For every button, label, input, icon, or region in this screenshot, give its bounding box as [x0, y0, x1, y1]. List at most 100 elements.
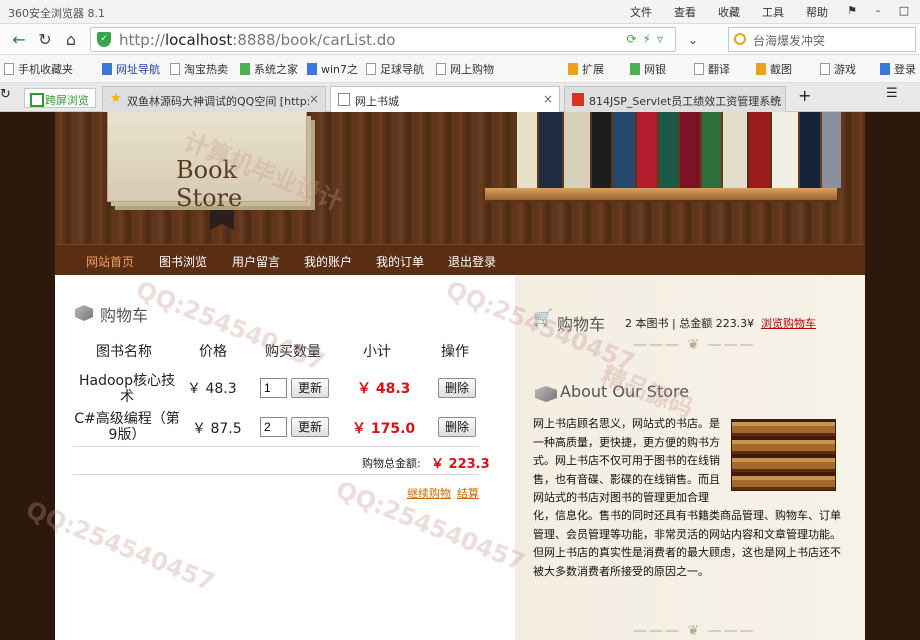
pin-icon[interactable]: ⚑	[840, 2, 864, 20]
book-spine	[612, 112, 635, 188]
library-image	[731, 419, 836, 491]
cart-icon: 🛒	[533, 308, 553, 327]
refresh-small-icon[interactable]: ↻	[0, 87, 11, 102]
book-spine	[517, 112, 538, 188]
update-button[interactable]: 更新	[291, 417, 329, 437]
security-shield-icon: ✓	[97, 32, 111, 47]
nav-my-account[interactable]: 我的账户	[304, 253, 352, 270]
book-spine	[591, 112, 611, 188]
tab-label: 双鱼林源码大神调试的QQ空间 [http:	[127, 95, 311, 108]
bookmark-icon	[170, 63, 180, 75]
book-spine	[799, 112, 821, 188]
bookmark-taobao[interactable]: 淘宝热卖	[170, 61, 228, 77]
view-cart-link[interactable]: 浏览购物车	[761, 315, 816, 331]
book-spine	[659, 112, 678, 188]
bookmark-mobile[interactable]: 手机收藏夹	[4, 61, 73, 77]
header-quantity: 购买数量	[265, 344, 321, 360]
site-banner: Book Store	[55, 112, 865, 244]
bookmark-icon	[366, 63, 376, 75]
tab-list-icon[interactable]: ☰	[886, 86, 898, 101]
about-text-2: 化，信息化。售书的同时还具有书籍类商品管理、购物车、订单管理、会员管理等功能，非…	[533, 509, 841, 578]
bookmark-win7[interactable]: win7之	[307, 61, 358, 77]
tab-jsp-system[interactable]: 814JSP_Servlet员工绩效工资管理系统 ×	[564, 86, 786, 112]
divider-flourish: ——— ❦ ———	[633, 623, 756, 639]
search-placeholder: 台海爆发冲突	[753, 34, 826, 48]
menu-help[interactable]: 帮助	[806, 4, 828, 20]
update-button[interactable]: 更新	[291, 378, 329, 398]
nav-home[interactable]: 网站首页	[86, 253, 134, 270]
bank-button[interactable]: 网银	[630, 61, 666, 77]
translate-button[interactable]: 翻译	[694, 61, 730, 77]
continue-shopping-link[interactable]: 继续购物	[407, 485, 451, 501]
header-book-name: 图书名称	[96, 344, 152, 360]
nav-browse-books[interactable]: 图书浏览	[159, 253, 207, 270]
translate-icon	[694, 63, 704, 75]
nav-messages[interactable]: 用户留言	[232, 253, 280, 270]
page-icon	[338, 93, 350, 106]
tab-qq-space[interactable]: ★ 双鱼林源码大神调试的QQ空间 [http: ×	[102, 86, 326, 112]
scissors-icon	[756, 63, 766, 75]
bookmark-icon	[307, 63, 317, 75]
menu-tools[interactable]: 工具	[762, 4, 784, 20]
menu-file[interactable]: 文件	[630, 4, 652, 20]
book-name[interactable]: Hadoop核心技术	[73, 373, 181, 405]
quantity-input[interactable]	[260, 417, 287, 437]
search-icon	[734, 33, 746, 45]
bookmark-icon	[4, 63, 14, 75]
address-bar[interactable]: ✓ http://localhost:8888/book/carList.do …	[90, 27, 676, 52]
tab-bar: ↻ 跨屏浏览 ★ 双鱼林源码大神调试的QQ空间 [http: × 网上书城 × …	[0, 83, 920, 113]
login-button[interactable]: 登录	[880, 61, 916, 77]
book-spine	[822, 112, 841, 188]
page-viewport: Book Store 网站首页 图书浏览 用户留言 我的账户 我的订单 退出登录…	[0, 112, 920, 640]
screenshot-button[interactable]: 截图	[756, 61, 792, 77]
new-tab-icon[interactable]: +	[798, 86, 811, 105]
tab-cross-screen[interactable]: 跨屏浏览	[24, 88, 96, 108]
divider	[73, 474, 479, 475]
search-box[interactable]: 台海爆发冲突	[728, 27, 916, 52]
maximize-icon[interactable]: □	[892, 2, 916, 20]
nav-my-orders[interactable]: 我的订单	[376, 253, 424, 270]
book-name[interactable]: C#高级编程（第9版）	[73, 411, 181, 443]
quantity-input[interactable]	[260, 378, 287, 398]
delete-button[interactable]: 删除	[438, 378, 476, 398]
nav-logout[interactable]: 退出登录	[448, 253, 496, 270]
book-spine	[702, 112, 722, 188]
cart-title: 购物车	[100, 306, 149, 325]
bookstore-site: Book Store 网站首页 图书浏览 用户留言 我的账户 我的订单 退出登录…	[55, 112, 865, 640]
address-url[interactable]: http://localhost:8888/book/carList.do	[119, 31, 396, 49]
about-text-1: 网上书店顾名思义，网站式的书店。是一种高质量，更快捷，更方便的购书方式。网上书店…	[533, 417, 720, 504]
header-actions: 操作	[441, 344, 469, 360]
menu-view[interactable]: 查看	[674, 4, 696, 20]
tab-bookstore[interactable]: 网上书城 ×	[330, 86, 560, 113]
close-icon[interactable]: ×	[543, 92, 553, 106]
divider	[73, 446, 479, 447]
browser-menu: 文件 查看 收藏 工具 帮助	[630, 4, 828, 20]
refresh-icon[interactable]: ↻	[34, 29, 56, 51]
bookmark-shopping[interactable]: 网上购物	[436, 61, 494, 77]
book-spine	[539, 112, 562, 188]
bookmark-football[interactable]: 足球导航	[366, 61, 424, 77]
tab-label: 网上书城	[355, 95, 399, 108]
extensions-button[interactable]: 扩展	[568, 61, 604, 77]
row-subtotal: ￥ 175.0	[352, 421, 416, 437]
user-icon	[880, 63, 890, 75]
address-tools-icon[interactable]: ⟳⚡▿	[626, 32, 669, 46]
home-icon[interactable]: ⌂	[60, 29, 82, 51]
games-button[interactable]: 游戏	[820, 61, 856, 77]
about-title: About Our Store	[560, 382, 690, 401]
menu-favorites[interactable]: 收藏	[718, 4, 740, 20]
checkout-link[interactable]: 结算	[457, 485, 479, 501]
back-arrow-icon[interactable]: ←	[8, 29, 30, 51]
bookmark-system[interactable]: 系统之家	[240, 61, 298, 77]
total-label: 购物总金额:	[362, 457, 421, 470]
bookmark-nav[interactable]: 网址导航	[102, 61, 160, 77]
browser-navbar: ← ↻ ⌂ ✓ http://localhost:8888/book/carLi…	[0, 24, 920, 55]
delete-button[interactable]: 删除	[438, 417, 476, 437]
close-icon[interactable]: ×	[309, 92, 319, 106]
close-icon[interactable]: ×	[769, 92, 779, 106]
window-controls: ⚑ – □	[840, 2, 916, 20]
dropdown-arrow-icon[interactable]: ⌄	[682, 29, 704, 51]
wooden-shelf	[485, 188, 837, 202]
minimize-icon[interactable]: –	[866, 2, 890, 20]
book-spine	[771, 112, 798, 188]
